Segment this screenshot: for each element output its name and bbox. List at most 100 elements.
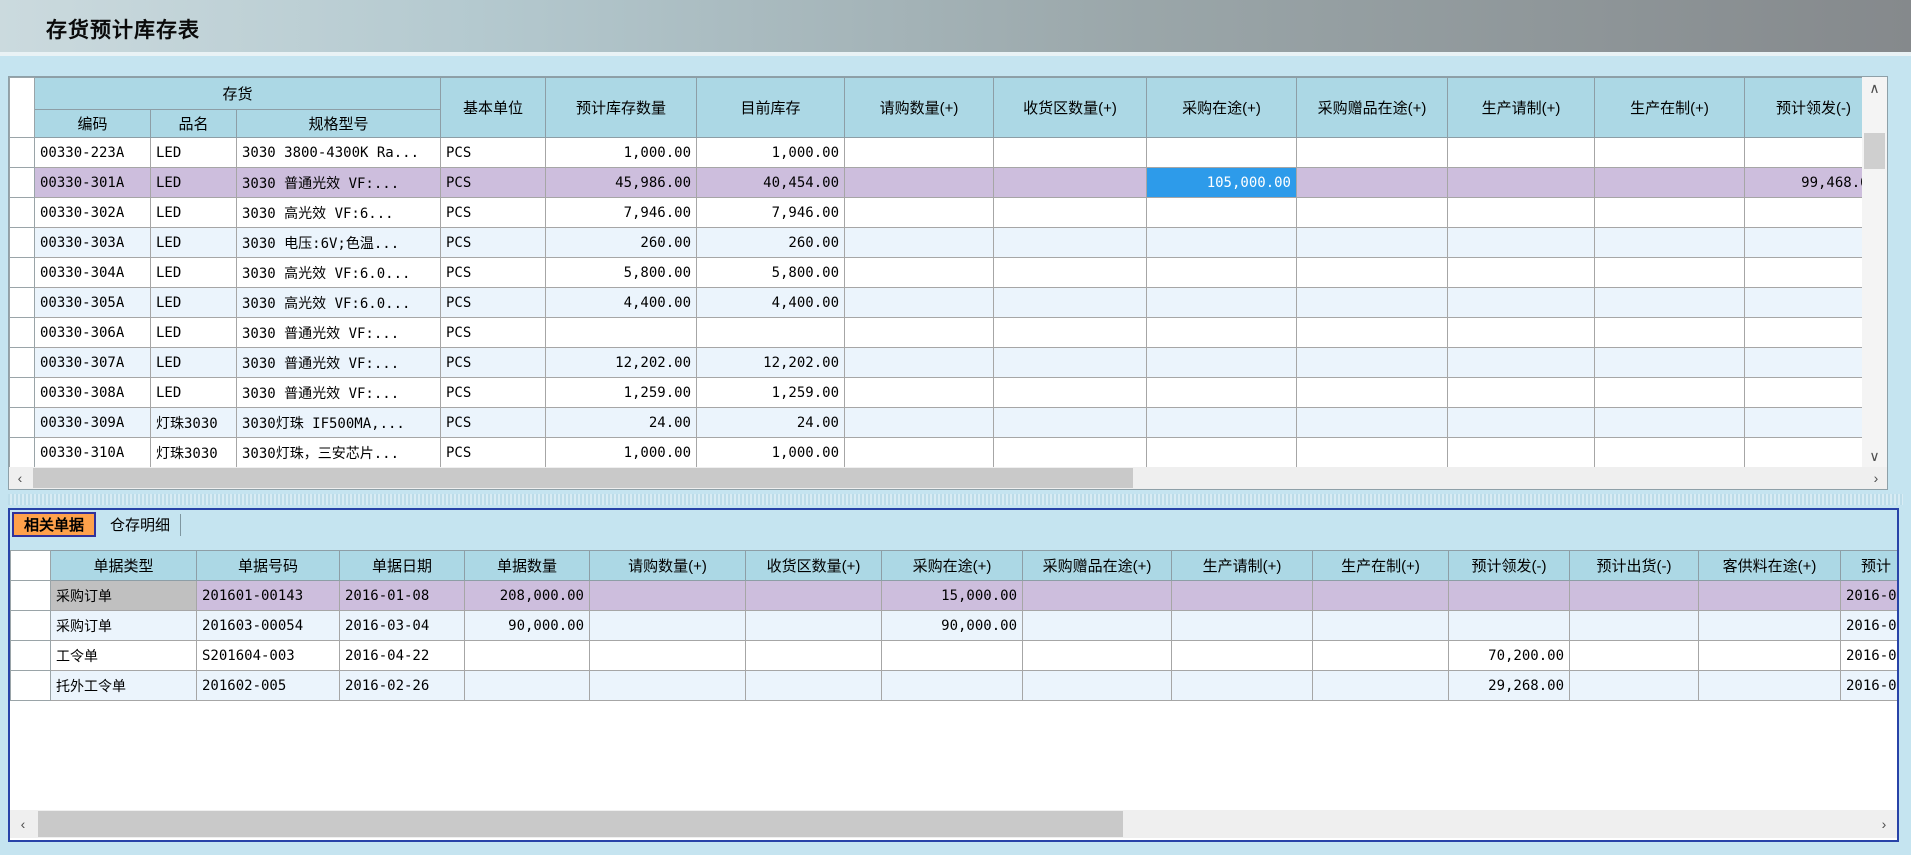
cell[interactable]: 1,000.00: [697, 138, 845, 168]
column-header[interactable]: 预计: [1841, 551, 1898, 581]
cell[interactable]: 托外工令单: [51, 671, 197, 701]
cell[interactable]: [1147, 258, 1297, 288]
cell[interactable]: 12,202.00: [546, 348, 697, 378]
column-header[interactable]: 预计领发(-): [1449, 551, 1570, 581]
cell[interactable]: LED: [151, 198, 237, 228]
row-indicator[interactable]: [11, 671, 51, 701]
column-header[interactable]: 存货: [35, 78, 441, 110]
cell[interactable]: [1313, 581, 1449, 611]
cell[interactable]: [994, 258, 1147, 288]
cell[interactable]: [994, 138, 1147, 168]
cell[interactable]: [882, 641, 1023, 671]
cell[interactable]: [1595, 438, 1745, 468]
cell[interactable]: [697, 318, 845, 348]
cell[interactable]: 24.00: [546, 408, 697, 438]
column-header[interactable]: 单据号码: [197, 551, 340, 581]
cell[interactable]: [1745, 318, 1863, 348]
row-indicator[interactable]: [10, 198, 35, 228]
cell[interactable]: [590, 671, 746, 701]
column-header[interactable]: 品名: [151, 110, 237, 138]
cell[interactable]: [1595, 228, 1745, 258]
cell[interactable]: [845, 378, 994, 408]
row-indicator[interactable]: [10, 138, 35, 168]
cell[interactable]: 201602-005: [197, 671, 340, 701]
cell[interactable]: [746, 671, 882, 701]
cell[interactable]: 201603-00054: [197, 611, 340, 641]
cell[interactable]: [1147, 318, 1297, 348]
scroll-right-icon[interactable]: ›: [1865, 467, 1887, 489]
cell[interactable]: 1,259.00: [546, 378, 697, 408]
row-indicator[interactable]: [11, 611, 51, 641]
cell[interactable]: [1699, 611, 1841, 641]
cell[interactable]: 260.00: [546, 228, 697, 258]
column-header[interactable]: 采购在途(+): [882, 551, 1023, 581]
cell[interactable]: [994, 288, 1147, 318]
cell[interactable]: [1448, 348, 1595, 378]
cell[interactable]: [590, 581, 746, 611]
column-header[interactable]: 客供料在途(+): [1699, 551, 1841, 581]
horizontal-scroll-thumb[interactable]: [33, 468, 1133, 488]
cell[interactable]: [1147, 438, 1297, 468]
cell[interactable]: 12,202.00: [697, 348, 845, 378]
cell[interactable]: [1147, 378, 1297, 408]
cell[interactable]: [845, 288, 994, 318]
cell[interactable]: 灯珠3030: [151, 438, 237, 468]
cell[interactable]: [845, 228, 994, 258]
cell[interactable]: [1448, 438, 1595, 468]
cell[interactable]: 00330-307A: [35, 348, 151, 378]
row-indicator[interactable]: [10, 288, 35, 318]
cell[interactable]: [882, 671, 1023, 701]
cell[interactable]: [465, 641, 590, 671]
row-indicator-header[interactable]: [11, 551, 51, 581]
cell[interactable]: 2016-0: [1841, 611, 1898, 641]
cell[interactable]: 2016-03-04: [340, 611, 465, 641]
cell[interactable]: [1699, 671, 1841, 701]
column-header[interactable]: 生产请制(+): [1172, 551, 1313, 581]
cell[interactable]: [1147, 228, 1297, 258]
cell[interactable]: 4,400.00: [546, 288, 697, 318]
cell[interactable]: [1313, 671, 1449, 701]
cell[interactable]: LED: [151, 318, 237, 348]
cell[interactable]: [1297, 288, 1448, 318]
cell[interactable]: PCS: [441, 378, 546, 408]
row-indicator[interactable]: [10, 228, 35, 258]
cell[interactable]: [1595, 408, 1745, 438]
cell[interactable]: 2016-04-22: [340, 641, 465, 671]
cell[interactable]: [1448, 168, 1595, 198]
cell[interactable]: 00330-306A: [35, 318, 151, 348]
table-row[interactable]: 00330-309A灯珠30303030灯珠 IF500MA,...PCS24.…: [10, 408, 1863, 438]
cell[interactable]: 2016-0: [1841, 671, 1898, 701]
scroll-left-icon[interactable]: ‹: [9, 467, 31, 489]
cell[interactable]: PCS: [441, 168, 546, 198]
cell[interactable]: [1297, 168, 1448, 198]
cell[interactable]: [1297, 138, 1448, 168]
column-header[interactable]: 采购赠品在途(+): [1297, 78, 1448, 138]
cell[interactable]: 3030 普通光效 VF:...: [237, 168, 441, 198]
cell[interactable]: [845, 168, 994, 198]
cell[interactable]: PCS: [441, 438, 546, 468]
column-header[interactable]: 收货区数量(+): [746, 551, 882, 581]
cell[interactable]: LED: [151, 168, 237, 198]
cell[interactable]: 00330-309A: [35, 408, 151, 438]
row-indicator[interactable]: [11, 581, 51, 611]
column-header[interactable]: 采购在途(+): [1147, 78, 1297, 138]
cell[interactable]: PCS: [441, 288, 546, 318]
table-row[interactable]: 00330-303ALED3030 电压:6V;色温...PCS260.0026…: [10, 228, 1863, 258]
column-header[interactable]: 单据数量: [465, 551, 590, 581]
cell[interactable]: LED: [151, 288, 237, 318]
cell[interactable]: 4,400.00: [697, 288, 845, 318]
cell[interactable]: PCS: [441, 228, 546, 258]
cell[interactable]: [1313, 641, 1449, 671]
cell[interactable]: LED: [151, 378, 237, 408]
row-indicator[interactable]: [10, 348, 35, 378]
row-indicator[interactable]: [10, 438, 35, 468]
cell[interactable]: [746, 641, 882, 671]
cell[interactable]: 90,000.00: [882, 611, 1023, 641]
scroll-right-icon[interactable]: ›: [1873, 810, 1895, 838]
cell[interactable]: 1,259.00: [697, 378, 845, 408]
cell[interactable]: 1,000.00: [546, 138, 697, 168]
cell[interactable]: LED: [151, 228, 237, 258]
cell[interactable]: [845, 438, 994, 468]
cell[interactable]: [1172, 611, 1313, 641]
cell[interactable]: 3030 高光效 VF:6...: [237, 198, 441, 228]
